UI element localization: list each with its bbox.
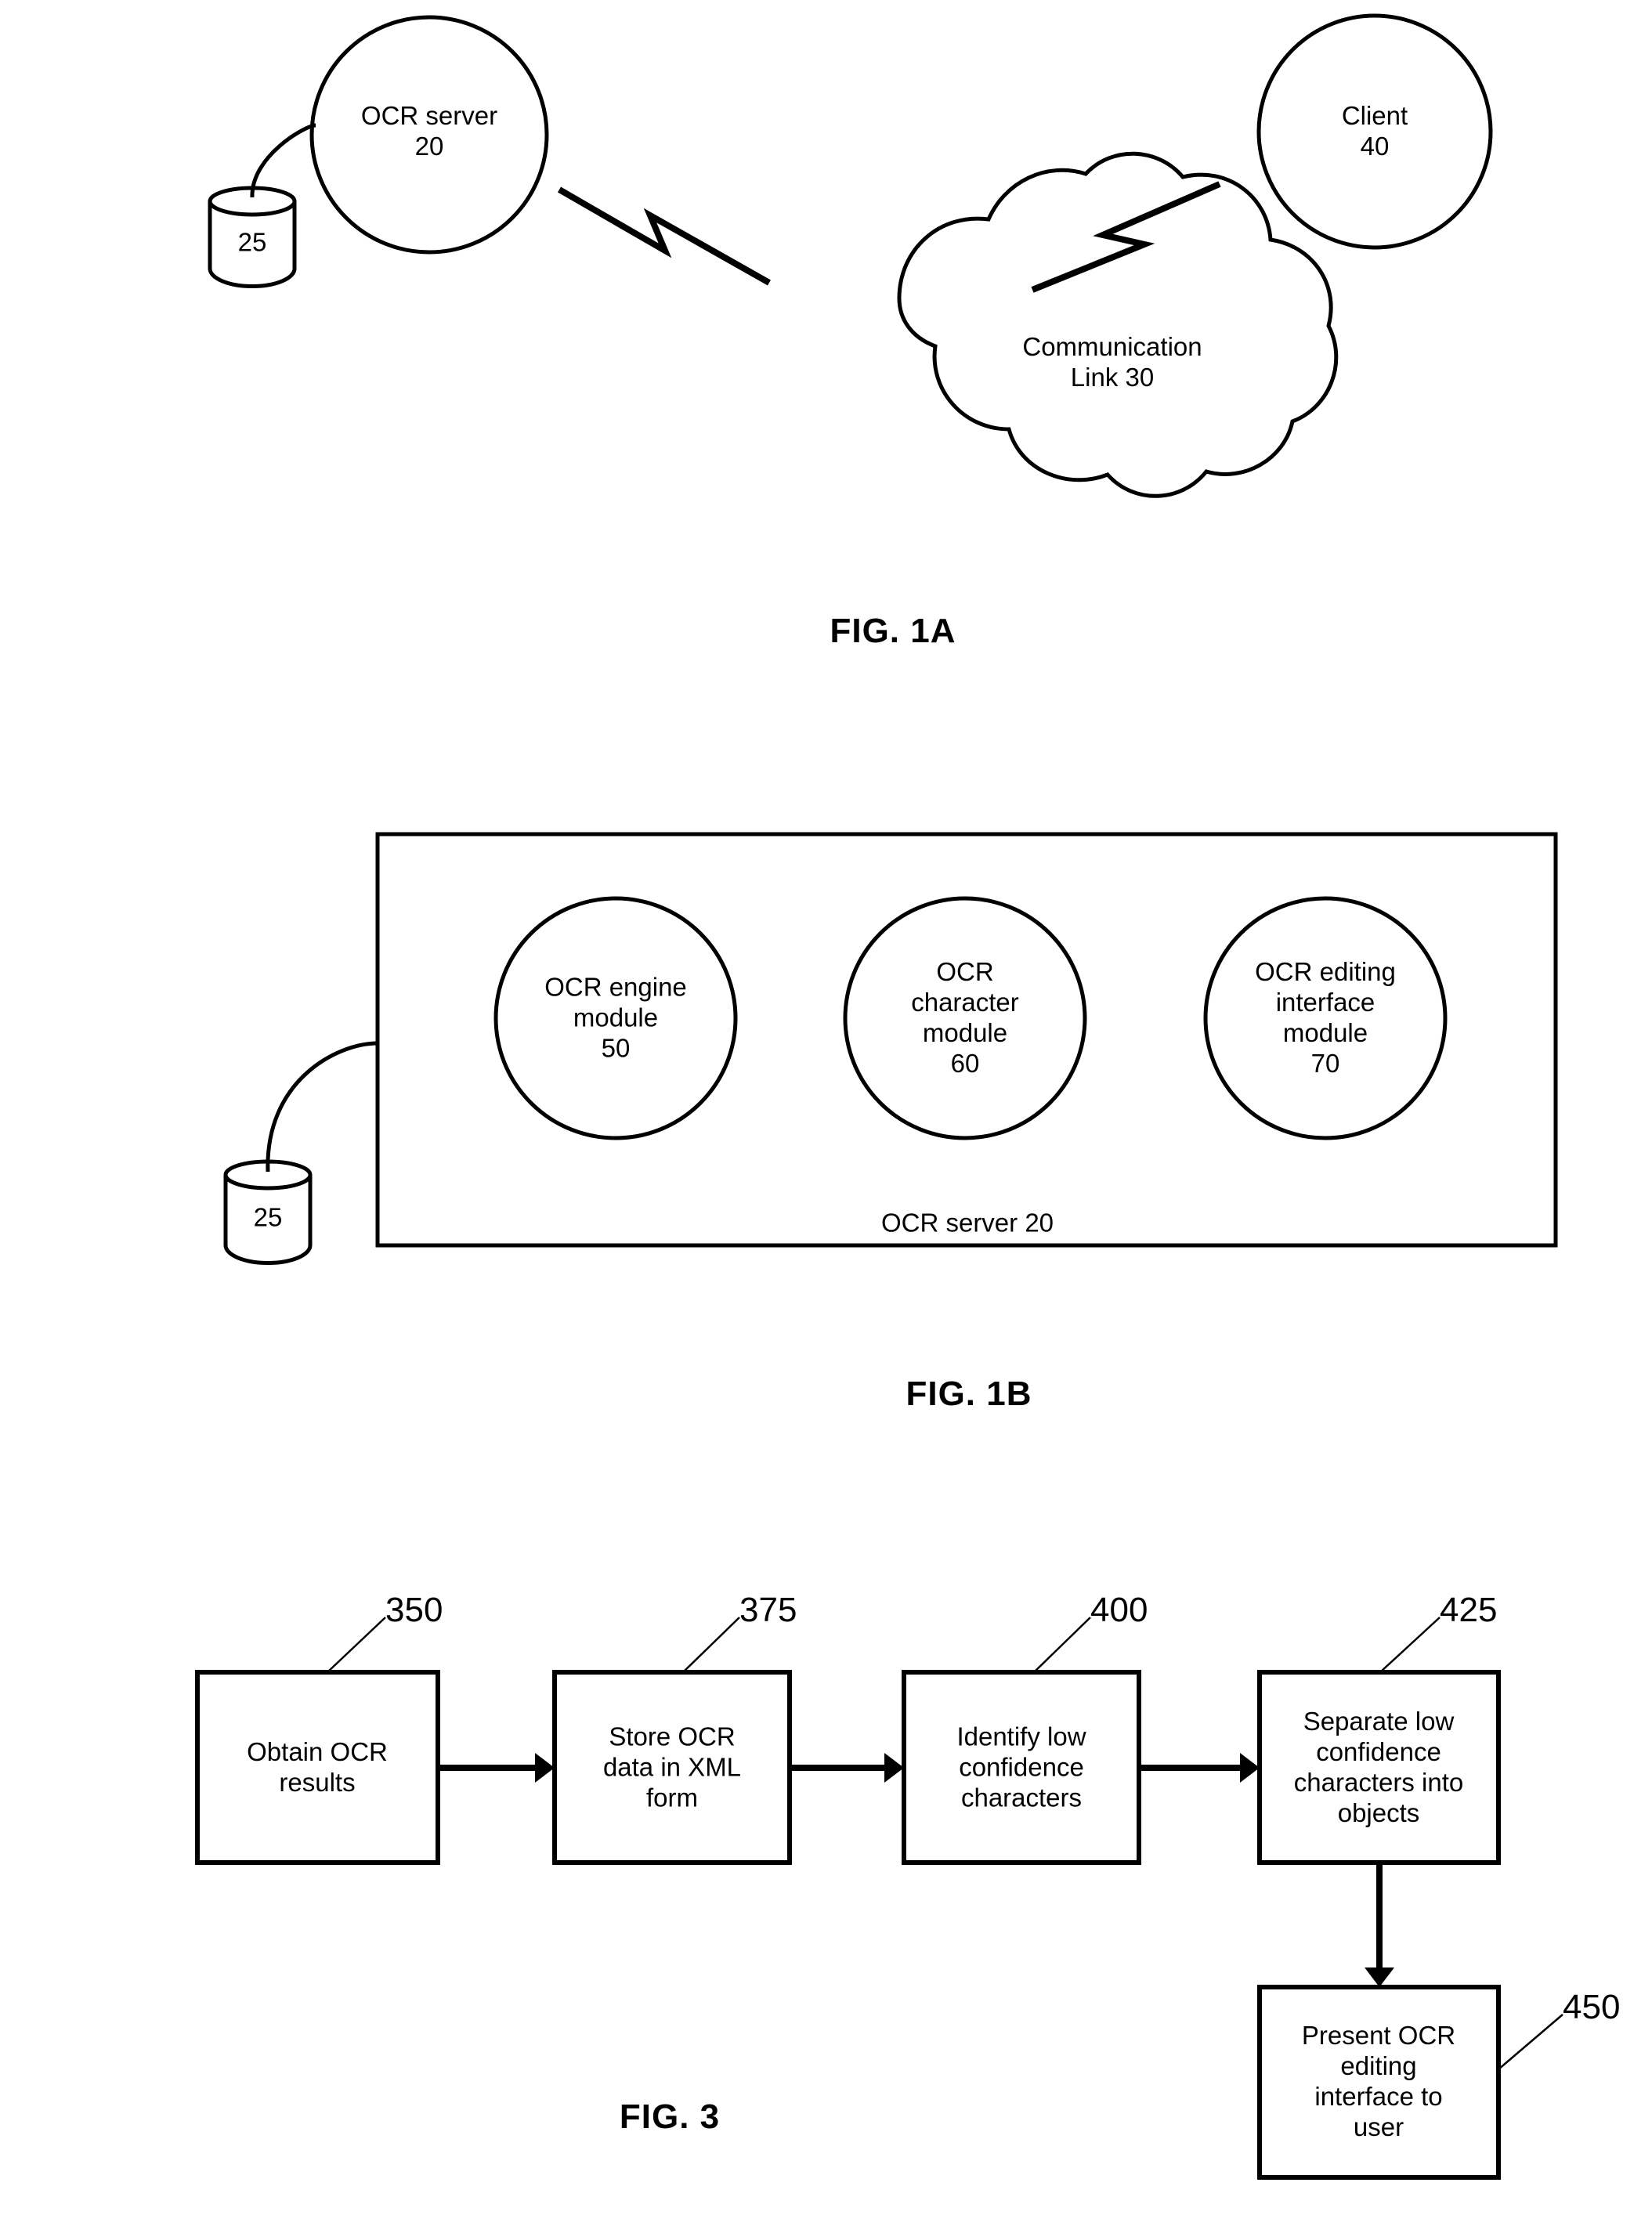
- leader-line-450: [1498, 2014, 1563, 2070]
- leader-line-350: [327, 1617, 386, 1673]
- flow-arrow-350-375: [438, 1753, 555, 1783]
- fig3-caption: FIG. 3: [619, 2098, 721, 2137]
- step-label-350: Obtain OCR results: [247, 1737, 388, 1797]
- fig1b-caption: FIG. 1B: [906, 1375, 1032, 1414]
- leader-line-425: [1379, 1617, 1441, 1673]
- cloud-shape: [897, 151, 1339, 498]
- client-label: Client 40: [1341, 101, 1408, 161]
- fig1a-group: [208, 13, 1493, 498]
- step-label-425: Separate low confidence characters into …: [1293, 1707, 1464, 1827]
- flow-arrow-375-400: [790, 1753, 904, 1783]
- ref-numeral-425: 425: [1440, 1591, 1498, 1629]
- drawing-canvas: [195, 13, 1563, 2180]
- ocr-server-label: OCR server 20: [360, 101, 498, 161]
- communication-link-label: Communication Link 30: [1022, 332, 1202, 392]
- module-label-70: OCR editing interface module 70: [1255, 957, 1396, 1078]
- ref-numeral-375: 375: [739, 1591, 797, 1629]
- ref-numeral-400: 400: [1090, 1591, 1148, 1629]
- flow-arrow-400-425: [1139, 1753, 1260, 1783]
- lightning-left: [557, 186, 771, 286]
- ref-numeral-450: 450: [1563, 1988, 1621, 2026]
- step-label-375: Store OCR data in XML form: [602, 1722, 742, 1812]
- leader-line-375: [682, 1617, 740, 1673]
- fig1a-caption: FIG. 1A: [830, 612, 956, 651]
- step-label-450: Present OCR editing interface to user: [1301, 2021, 1456, 2141]
- flow-arrow-425-450: [1365, 1863, 1394, 1987]
- module-label-50: OCR engine module 50: [544, 972, 687, 1063]
- ocr-server-container-label: OCR server 20: [880, 1208, 1054, 1238]
- db-container-link: [266, 1041, 378, 1173]
- patent-drawing-sheet: OCR server 20 25 Communication Link 30 C…: [0, 0, 1652, 2215]
- ref-numeral-350: 350: [385, 1591, 443, 1629]
- database-label-25-fig1b: 25: [253, 1202, 283, 1232]
- leader-line-400: [1033, 1617, 1091, 1673]
- module-label-60: OCR character module 60: [911, 957, 1019, 1078]
- database-label-25: 25: [237, 227, 267, 257]
- step-label-400: Identify low confidence characters: [956, 1722, 1086, 1812]
